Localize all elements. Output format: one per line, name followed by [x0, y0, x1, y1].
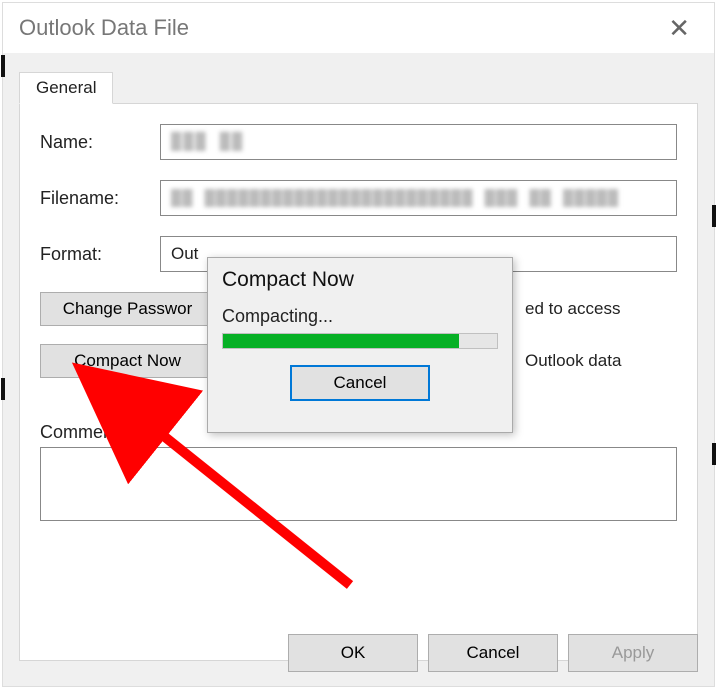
label-name: Name:: [40, 132, 160, 153]
format-value-prefix: Out: [171, 244, 198, 264]
dialog-button-row: OK Cancel Apply: [288, 634, 698, 672]
tab-general[interactable]: General: [19, 72, 113, 104]
cancel-button[interactable]: Cancel: [428, 634, 558, 672]
border-tick: [712, 443, 716, 465]
comment-textarea[interactable]: [40, 447, 677, 521]
change-password-desc: ed to access: [525, 299, 620, 319]
filename-field[interactable]: ██ ████████████████████████ ███ ██ █████: [160, 180, 677, 216]
progress-bar: [222, 333, 498, 349]
compact-now-dialog: Compact Now Compacting... Cancel: [207, 257, 513, 433]
close-icon[interactable]: ✕: [660, 9, 698, 48]
change-password-button[interactable]: Change Passwor: [40, 292, 215, 326]
compact-now-button[interactable]: Compact Now: [40, 344, 215, 378]
titlebar: Outlook Data File ✕: [3, 3, 714, 53]
modal-body: Compacting... Cancel: [208, 296, 512, 413]
redacted-filename: ██ ████████████████████████ ███ ██ █████: [171, 189, 619, 208]
border-tick: [1, 378, 5, 400]
row-filename: Filename: ██ ████████████████████████ ██…: [40, 180, 677, 216]
modal-button-row: Cancel: [222, 365, 498, 401]
apply-button[interactable]: Apply: [568, 634, 698, 672]
modal-title: Compact Now: [208, 258, 512, 296]
modal-cancel-button[interactable]: Cancel: [290, 365, 430, 401]
ok-button[interactable]: OK: [288, 634, 418, 672]
modal-status-text: Compacting...: [222, 306, 498, 327]
border-tick: [1, 55, 5, 77]
name-field[interactable]: ███ ██: [160, 124, 677, 160]
label-format: Format:: [40, 244, 160, 265]
compact-now-desc: Outlook data: [525, 351, 621, 371]
comment-section: Comment: [40, 422, 677, 526]
properties-dialog: Outlook Data File ✕ General Name: ███ ██…: [2, 2, 715, 687]
row-name: Name: ███ ██: [40, 124, 677, 160]
redacted-name: ███ ██: [171, 133, 244, 152]
border-tick: [712, 205, 716, 227]
label-filename: Filename:: [40, 188, 160, 209]
window-title: Outlook Data File: [19, 15, 189, 41]
progress-fill: [223, 334, 459, 348]
